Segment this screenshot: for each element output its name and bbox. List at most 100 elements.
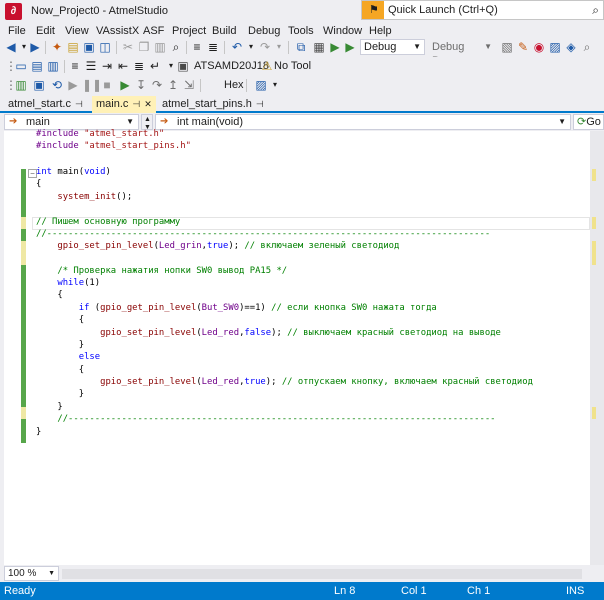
start-debugging-icon[interactable]: ▶ bbox=[343, 40, 357, 54]
stop-icon[interactable]: ■ bbox=[100, 78, 114, 92]
menu-tools[interactable]: Tools bbox=[288, 25, 314, 37]
step-icon[interactable]: ▭ bbox=[14, 59, 28, 73]
tab-atmel-start-c[interactable]: atmel_start.c ⊣ bbox=[4, 96, 87, 113]
go-button[interactable]: ⟳Go bbox=[573, 114, 604, 130]
scroll-change-marker bbox=[592, 241, 596, 265]
format-icon[interactable]: ≡ bbox=[68, 59, 82, 73]
notification-flag-icon[interactable]: ⚑ bbox=[362, 1, 384, 19]
configuration-select[interactable]: Debug ▼ bbox=[360, 39, 425, 55]
step-over2-icon[interactable]: ↷ bbox=[150, 78, 164, 92]
editor-zoom-bar: 100 % ▼ bbox=[0, 565, 604, 582]
go-icon: ⟳ bbox=[577, 116, 587, 128]
build-icon[interactable]: ▦ bbox=[312, 40, 326, 54]
align-icon[interactable]: ≣ bbox=[132, 59, 146, 73]
attach-icon[interactable]: ✎ bbox=[516, 40, 530, 54]
vertical-scrollbar[interactable] bbox=[590, 131, 604, 565]
tool-label[interactable]: No Tool bbox=[274, 60, 311, 72]
device-label[interactable]: ATSAMD20J18 bbox=[194, 60, 269, 72]
forward-icon[interactable]: ▶ bbox=[28, 40, 42, 54]
cut-icon[interactable]: ✂ bbox=[121, 40, 135, 54]
configuration-value: Debug bbox=[364, 41, 397, 53]
code-line: { bbox=[36, 290, 63, 300]
menu-view[interactable]: View bbox=[65, 25, 89, 37]
continue-icon[interactable]: ▶ bbox=[118, 78, 132, 92]
memory-window-icon[interactable]: ▨ bbox=[254, 78, 268, 92]
comment-icon[interactable]: ≡ bbox=[190, 40, 204, 54]
separator bbox=[246, 79, 247, 92]
device-programming-icon[interactable]: ⧉ bbox=[294, 40, 308, 54]
copy-icon[interactable]: ❐ bbox=[137, 40, 151, 54]
menu-help[interactable]: Help bbox=[369, 25, 392, 37]
debug-browser-select[interactable]: Debug Browser ▼ bbox=[428, 39, 496, 67]
zoom-select[interactable]: 100 % ▼ bbox=[4, 566, 59, 581]
zoom-value: 100 % bbox=[8, 568, 37, 579]
hex-toggle[interactable]: Hex bbox=[224, 79, 244, 91]
menu-vassistx[interactable]: VAssistX bbox=[96, 25, 139, 37]
pin-icon[interactable]: ⊣ bbox=[132, 99, 140, 109]
menu-project[interactable]: Project bbox=[172, 25, 206, 37]
play-icon[interactable]: ▶ bbox=[66, 78, 80, 92]
document-tabs: atmel_start.c ⊣ main.c ⊣ ✕ atmel_start_pins… bbox=[0, 93, 604, 113]
undo-icon[interactable]: ↶ bbox=[230, 40, 244, 54]
title-bar: ∂ Now_Project0 - AtmelStudio ⚑ Quick Lau… bbox=[0, 0, 604, 22]
scroll-change-marker bbox=[592, 217, 596, 229]
image-icon[interactable]: ▨ bbox=[548, 40, 562, 54]
menu-build[interactable]: Build bbox=[212, 25, 236, 37]
uncomment-icon[interactable]: ≣ bbox=[206, 40, 220, 54]
atmel-studio-logo-icon: ∂ bbox=[5, 3, 22, 20]
pin-icon[interactable]: ⊣ bbox=[75, 99, 83, 109]
redo-icon[interactable]: ↷ bbox=[258, 40, 272, 54]
menu-edit[interactable]: Edit bbox=[36, 25, 55, 37]
code-line: } bbox=[36, 389, 85, 399]
pin-icon[interactable]: ⊣ bbox=[256, 99, 264, 109]
chip-icon[interactable]: ▣ bbox=[176, 59, 190, 73]
find-icon[interactable]: ⌕ bbox=[169, 40, 183, 54]
menu-file[interactable]: File bbox=[8, 25, 26, 37]
search-icon[interactable]: ⌕ bbox=[592, 3, 599, 18]
record-icon[interactable]: ◉ bbox=[532, 40, 546, 54]
tab-main-c[interactable]: main.c ⊣ ✕ bbox=[92, 96, 156, 113]
quick-launch-input[interactable]: Quick Launch (Ctrl+Q) bbox=[388, 4, 498, 16]
chevron-down-icon: ▼ bbox=[48, 570, 55, 577]
list-icon[interactable]: ☰ bbox=[84, 59, 98, 73]
start-without-debugging-icon[interactable]: ▶ bbox=[328, 40, 342, 54]
menu-asf[interactable]: ASF bbox=[143, 25, 164, 37]
save-all-icon[interactable]: ◫ bbox=[98, 40, 112, 54]
indent-icon[interactable]: ⇥ bbox=[100, 59, 114, 73]
stop-debugging-icon[interactable]: ▣ bbox=[32, 78, 46, 92]
restart-icon[interactable]: ⟲ bbox=[50, 78, 64, 92]
open-file-icon[interactable]: ▤ bbox=[66, 40, 80, 54]
step-out2-icon[interactable]: ↥ bbox=[166, 78, 180, 92]
solution-platform-icon[interactable]: ▧ bbox=[500, 40, 514, 54]
tool-icon[interactable]: ◈ bbox=[564, 40, 578, 54]
new-project-icon[interactable]: ✦ bbox=[50, 40, 64, 54]
step-over-icon[interactable]: ▤ bbox=[30, 59, 44, 73]
wrap-icon[interactable]: ↵ bbox=[148, 59, 162, 73]
redo-dropdown-icon[interactable]: ▾ bbox=[272, 40, 286, 54]
find-in-files-icon[interactable]: ⌕ bbox=[580, 40, 594, 54]
tool-warning-icon[interactable]: ⚠ bbox=[260, 59, 274, 73]
menu-debug[interactable]: Debug bbox=[248, 25, 280, 37]
function-select[interactable]: ➔ int main(void) ▼ bbox=[155, 114, 571, 130]
quick-launch-box[interactable]: ⚑ Quick Launch (Ctrl+Q) ⌕ bbox=[361, 0, 604, 20]
run-to-cursor-icon[interactable]: ⇲ bbox=[182, 78, 196, 92]
separator bbox=[200, 79, 201, 92]
break-all-icon[interactable]: ▥ bbox=[14, 78, 28, 92]
close-icon[interactable]: ✕ bbox=[144, 99, 152, 109]
menu-window[interactable]: Window bbox=[323, 25, 362, 37]
outdent-icon[interactable]: ⇤ bbox=[116, 59, 130, 73]
horizontal-scrollbar[interactable] bbox=[62, 569, 582, 579]
undo-dropdown-icon[interactable]: ▾ bbox=[244, 40, 258, 54]
scroll-change-marker bbox=[592, 407, 596, 419]
code-line: } bbox=[36, 427, 42, 437]
pause-icon[interactable]: ❚❚ bbox=[82, 78, 102, 92]
step-into-icon[interactable]: ↧ bbox=[134, 78, 148, 92]
memory-dropdown-icon[interactable]: ▾ bbox=[268, 78, 282, 92]
back-icon[interactable]: ◀ bbox=[4, 40, 18, 54]
code-editor[interactable]: − #include "atmel_start.h" #include "atm… bbox=[0, 129, 604, 565]
save-icon[interactable]: ▣ bbox=[82, 40, 96, 54]
paste-icon[interactable]: ▥ bbox=[153, 40, 167, 54]
change-marker-unsaved bbox=[21, 241, 26, 265]
step-out-icon[interactable]: ▥ bbox=[46, 59, 60, 73]
tab-atmel-start-pins-h[interactable]: atmel_start_pins.h ⊣ bbox=[158, 96, 268, 113]
